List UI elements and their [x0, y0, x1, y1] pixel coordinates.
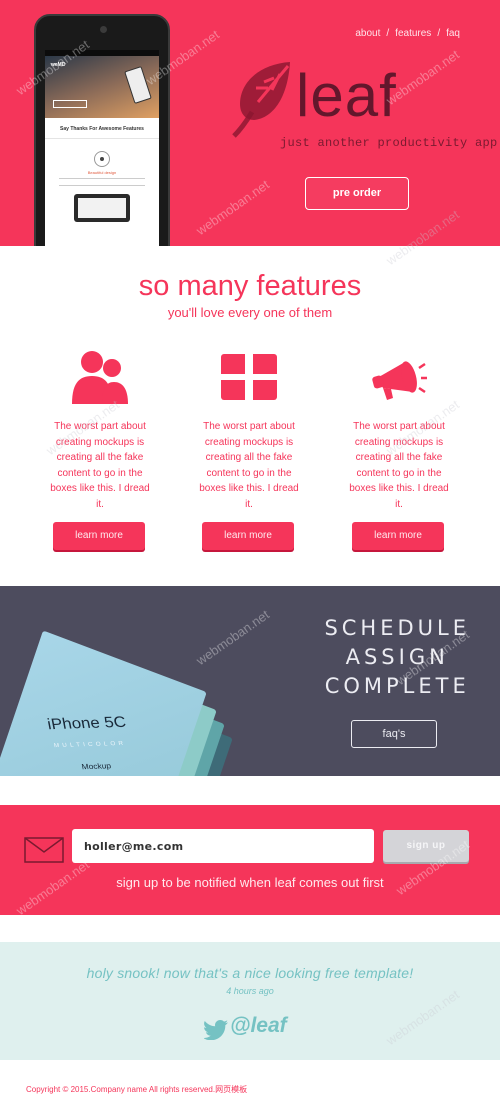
- phone-screen-hero: weMD: [45, 56, 159, 118]
- phone-screen-text-lines: [59, 178, 145, 186]
- mockup-model: iPhone 5C: [45, 714, 128, 733]
- twitter-handle: @leaf: [230, 1014, 287, 1037]
- nav-features[interactable]: features: [395, 28, 431, 39]
- feature-text: The worst part about creating mockups is…: [349, 421, 449, 510]
- iphone-mockup-stack: iPhone 5C MULTICOLOR Mockup: [0, 626, 233, 776]
- feature-card: The worst part about creating mockups is…: [194, 348, 304, 550]
- phone-screen-button: [53, 100, 87, 108]
- brand-name: leaf: [296, 62, 397, 129]
- top-nav: about / features / faq: [355, 28, 460, 39]
- learn-more-button[interactable]: learn more: [352, 522, 444, 550]
- schedule-headline: SCHEDULE ASSIGN COMPLETE: [324, 614, 470, 701]
- faqs-button[interactable]: faq's: [351, 720, 437, 748]
- envelope-icon: [24, 837, 64, 863]
- brand-tagline: just another productivity app: [280, 136, 498, 150]
- megaphone-icon: [372, 361, 427, 400]
- feature-text: The worst part about creating mockups is…: [199, 421, 299, 510]
- email-field[interactable]: [72, 829, 374, 863]
- schedule-section: iPhone 5C MULTICOLOR Mockup SCHEDULE ASS…: [0, 586, 500, 776]
- tweet-text: holy snook! now that's a nice looking fr…: [86, 965, 414, 981]
- nav-separator: /: [386, 28, 390, 39]
- grid-icon: [221, 354, 277, 400]
- mockup-multicolor: MULTICOLOR: [53, 741, 127, 749]
- phone-screen-device: [124, 66, 152, 104]
- feature-card: The worst part about creating mockups is…: [45, 348, 155, 550]
- phone-screen-device-box: [74, 194, 130, 222]
- phone-camera: [100, 26, 107, 33]
- feature-text: The worst part about creating mockups is…: [50, 421, 150, 510]
- feature-card: The worst part about creating mockups is…: [344, 348, 454, 550]
- twitter-bird-icon: [204, 1020, 228, 1040]
- eye-icon: [94, 151, 110, 167]
- footer-copyright: Copyright © 2015.Company name All rights…: [26, 1085, 248, 1094]
- phone-screen-thanks: Say Thanks For Awesome Features: [45, 118, 159, 139]
- users-icon: [72, 351, 128, 404]
- nav-about[interactable]: about: [355, 28, 380, 39]
- mockup-sheet: iPhone 5C MULTICOLOR Mockup: [0, 630, 207, 776]
- schedule-line: ASSIGN: [345, 645, 449, 669]
- phone-screen: weMD Say Thanks For Awesome Features Bea…: [45, 50, 159, 246]
- schedule-line: COMPLETE: [324, 674, 470, 698]
- signup-note: sign up to be notified when leaf comes o…: [116, 875, 384, 890]
- phone-screen-logo: weMD: [51, 62, 66, 68]
- learn-more-button[interactable]: learn more: [53, 522, 145, 550]
- tweet-section: holy snook! now that's a nice looking fr…: [0, 942, 500, 1060]
- mockup-label: Mockup: [80, 761, 112, 772]
- learn-more-button[interactable]: learn more: [202, 522, 294, 550]
- signup-button[interactable]: sign up: [383, 830, 469, 862]
- features-title: so many features: [138, 270, 362, 302]
- features-subtitle: you'll love every one of them: [167, 305, 333, 320]
- schedule-line: SCHEDULE: [324, 616, 470, 640]
- tweet-time: 4 hours ago: [226, 986, 274, 996]
- preorder-button[interactable]: pre order: [305, 177, 409, 210]
- hero-section: weMD Say Thanks For Awesome Features Bea…: [0, 0, 500, 246]
- signup-section: sign up sign up to be notified when leaf…: [0, 805, 500, 915]
- phone-mockup: weMD Say Thanks For Awesome Features Bea…: [34, 14, 170, 246]
- leaf-icon: [232, 62, 290, 138]
- nav-faq[interactable]: faq: [446, 28, 460, 39]
- nav-separator: /: [437, 28, 441, 39]
- phone-screen-design: Beautiful design: [87, 170, 117, 175]
